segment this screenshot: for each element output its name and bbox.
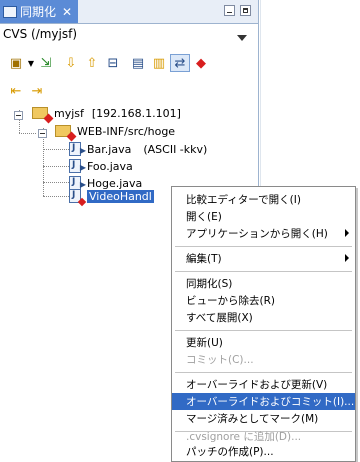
view-toolbar: ▣ ▼ ⇲ ⇩ ⇧ ⊟ ▤ ▥ ⇄ ◆	[6, 53, 212, 73]
tab-title: 同期化	[20, 5, 57, 19]
show-outgoing-icon[interactable]: ⇥	[27, 82, 47, 100]
show-incoming-icon[interactable]: ⇤	[6, 82, 26, 100]
pin-icon[interactable]: ⇲	[36, 54, 56, 72]
menu-item-remove-from-view[interactable]: ビューから除去(R)	[172, 292, 355, 309]
close-icon[interactable]: ✕	[62, 5, 72, 19]
tree-node-file[interactable]: J ▶ Bar.java (ASCII -kkv)	[69, 141, 207, 157]
java-file-incoming-icon: J ▶	[69, 142, 86, 156]
menu-item-edit[interactable]: 編集(T)	[172, 250, 355, 267]
collapse-all-button[interactable]: ⊟	[103, 54, 123, 72]
file-name: VideoHandl	[87, 189, 154, 203]
outgoing-mode-button[interactable]: ▥	[149, 54, 169, 72]
file-name: Bar.java	[87, 142, 132, 156]
file-extra: (ASCII -kkv)	[143, 142, 208, 156]
collapse-icon[interactable]	[14, 111, 23, 120]
menu-item-open-compare-editor[interactable]: 比較エディターで開く(I)	[172, 191, 355, 208]
view-menu-dropdown-icon[interactable]	[237, 35, 247, 41]
secondary-toolbar: ⇤ ⇥	[6, 81, 48, 101]
menu-item-override-and-update[interactable]: オーバーライドおよび更新(V)	[172, 376, 355, 393]
package-folder-icon	[55, 125, 77, 142]
maximize-button[interactable]	[240, 5, 251, 16]
menu-item-update[interactable]: 更新(U)	[172, 334, 355, 351]
menu-separator	[175, 330, 352, 331]
collapse-icon[interactable]	[38, 129, 47, 138]
view-tab-bar: 同期化 ✕	[0, 0, 258, 24]
menu-item-commit: コミット(C)...	[186, 354, 254, 366]
java-file-incoming-icon: J ▶	[69, 159, 86, 173]
project-folder-icon	[32, 107, 54, 124]
folder-name: WEB-INF/src/hoge	[77, 124, 176, 138]
menu-item-mark-as-merged[interactable]: マージ済みとしてマーク(M)	[172, 410, 355, 427]
synchronize-scope-title: CVS (/myjsf)	[3, 27, 78, 41]
menu-item-override-and-commit[interactable]: オーバーライドおよびコミット(I)...	[172, 393, 355, 410]
project-name: myjsf	[54, 106, 84, 120]
conflicts-mode-button[interactable]: ◆	[191, 54, 211, 72]
menu-item-open[interactable]: 開く(E)	[172, 208, 355, 225]
tree-node-project[interactable]: myjsf [192.168.1.101]	[32, 105, 181, 124]
menu-separator	[175, 372, 352, 373]
tab-synchronize[interactable]: 同期化 ✕	[0, 0, 78, 23]
project-host: [192.168.1.101]	[91, 106, 181, 120]
tree-node-file[interactable]: J ▶ Foo.java	[69, 158, 133, 174]
chevron-down-icon[interactable]: ▼	[27, 54, 35, 72]
previous-difference-button[interactable]: ⇧	[82, 54, 102, 72]
synchronize-dropdown-button[interactable]: ▣	[6, 54, 26, 72]
submenu-arrow-icon	[345, 254, 349, 262]
menu-separator	[175, 271, 352, 272]
next-difference-button[interactable]: ⇩	[61, 54, 81, 72]
menu-separator	[175, 246, 352, 247]
file-name: Foo.java	[87, 159, 133, 173]
java-file-conflict-icon: J	[69, 189, 87, 207]
submenu-arrow-icon	[345, 229, 349, 237]
tree-node-file-selected[interactable]: J VideoHandl	[69, 188, 154, 207]
menu-item-create-patch[interactable]: パッチの作成(P)...	[172, 443, 355, 460]
incoming-mode-button[interactable]: ▤	[128, 54, 148, 72]
menu-item-expand-all[interactable]: すべて展開(X)	[172, 309, 355, 326]
incoming-outgoing-mode-button[interactable]: ⇄	[170, 54, 190, 72]
menu-item-synchronize[interactable]: 同期化(S)	[172, 275, 355, 292]
context-menu: 比較エディターで開く(I) 開く(E) アプリケーションから開く(H) 編集(T…	[171, 186, 356, 462]
menu-item-open-with[interactable]: アプリケーションから開く(H)	[172, 225, 355, 242]
minimize-button[interactable]	[224, 5, 235, 16]
tree-node-folder[interactable]: WEB-INF/src/hoge	[55, 123, 176, 142]
synchronize-icon	[3, 5, 17, 18]
